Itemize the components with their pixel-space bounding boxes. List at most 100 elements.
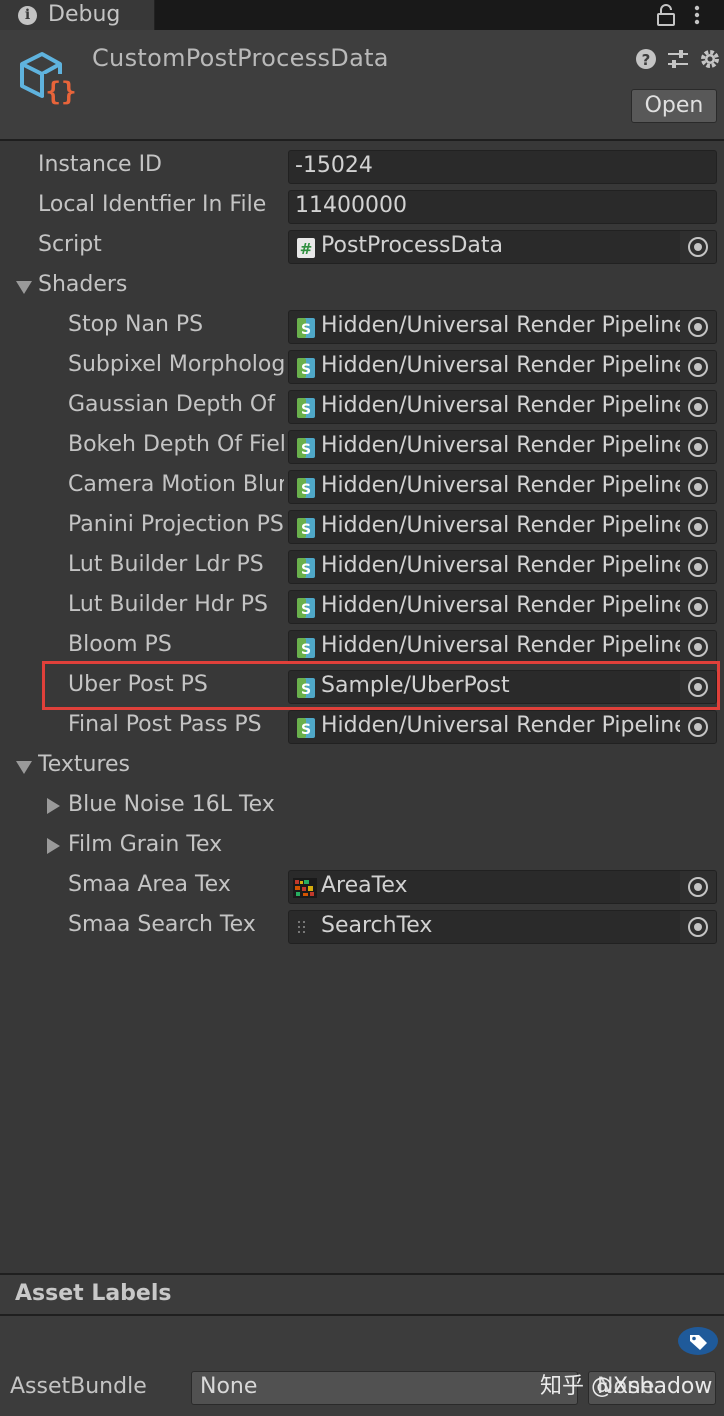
shader-row: Subpixel Morphological Antialiasing PS S… [0, 347, 724, 387]
smaa-search-field[interactable]: SearchTex [288, 910, 717, 944]
shader-label: Camera Motion Blur PS [68, 472, 284, 497]
script-field[interactable]: # PostProcessData [288, 230, 717, 264]
kebab-menu-icon[interactable] [690, 3, 704, 27]
shader-label: Lut Builder Hdr PS [68, 592, 269, 617]
shader-field[interactable]: S Hidden/Universal Render Pipeline/LutBu… [288, 550, 717, 584]
shader-field[interactable]: S Hidden/Universal Render Pipeline/LutBu… [288, 590, 717, 624]
film-grain-foldout[interactable]: Film Grain Tex [0, 827, 724, 867]
shader-value: Hidden/Universal Render Pipeline/Bloom [321, 633, 681, 658]
script-value: PostProcessData [321, 233, 504, 258]
shader-icon: S [297, 638, 315, 658]
shader-icon: S [297, 318, 315, 338]
foldout-expanded-icon[interactable] [16, 761, 32, 774]
gear-icon[interactable] [698, 47, 722, 71]
svg-text:S: S [301, 362, 311, 378]
assetbundle-dropdown[interactable]: None [191, 1371, 578, 1405]
shader-row: Lut Builder Ldr PS S Hidden/Universal Re… [0, 547, 724, 587]
object-picker-button[interactable] [680, 431, 716, 463]
smaa-area-row: Smaa Area Tex AreaTex [0, 867, 724, 907]
info-icon: i [18, 6, 37, 25]
object-picker-icon [688, 437, 708, 457]
object-picker-button[interactable] [680, 351, 716, 383]
foldout-collapsed-icon[interactable] [47, 798, 60, 814]
shader-icon: S [297, 518, 315, 538]
shader-field[interactable]: S Hidden/Universal Render Pipeline/Panin… [288, 510, 717, 544]
inspector-header: {} CustomPostProcessData ? Open [0, 30, 724, 141]
asset-labels-header[interactable]: Asset Labels [0, 1273, 724, 1316]
shader-field[interactable]: S Hidden/Universal Render Pipeline/Subpi… [288, 350, 717, 384]
shader-field[interactable]: S Hidden/Universal Render Pipeline/Final… [288, 710, 717, 744]
open-button[interactable]: Open [631, 89, 717, 123]
shader-value: Hidden/Universal Render Pipeline/LutBuil… [321, 593, 681, 618]
shader-field[interactable]: S Hidden/Universal Render Pipeline/Bloom [288, 630, 717, 664]
shader-icon: S [297, 598, 315, 618]
tab-label: Debug [48, 2, 121, 27]
object-picker-button[interactable] [680, 511, 716, 543]
instance-id-row: Instance ID -15024 [0, 147, 724, 187]
instance-id-value: -15024 [295, 153, 373, 178]
shader-row: Camera Motion Blur PS S Hidden/Universal… [0, 467, 724, 507]
shader-icon: S [297, 438, 315, 458]
help-icon[interactable]: ? [635, 48, 657, 70]
foldout-expanded-icon[interactable] [16, 281, 32, 294]
svg-text:#: # [300, 240, 313, 258]
smaa-area-label: Smaa Area Tex [68, 872, 231, 897]
object-picker-button[interactable] [680, 911, 716, 943]
script-row: Script # PostProcessData [0, 227, 724, 267]
shader-icon: S [297, 358, 315, 378]
script-asset-icon: {} [20, 52, 78, 107]
watermark: 知乎 @Xshadow [540, 1374, 713, 1399]
shader-row: Stop Nan PS S Hidden/Universal Render Pi… [0, 307, 724, 347]
asset-labels-panel: AssetBundle None None [0, 1316, 724, 1416]
object-picker-icon [688, 517, 708, 537]
shader-field[interactable]: S Hidden/Universal Render Pipeline/Camer… [288, 470, 717, 504]
shader-field[interactable]: S Hidden/Universal Render Pipeline/Stop … [288, 310, 717, 344]
object-picker-icon [688, 557, 708, 577]
object-picker-button[interactable] [680, 311, 716, 343]
object-picker-button[interactable] [680, 591, 716, 623]
texture-icon [293, 878, 317, 898]
object-picker-button[interactable] [680, 631, 716, 663]
smaa-search-label: Smaa Search Tex [68, 912, 256, 937]
object-picker-button[interactable] [680, 391, 716, 423]
tag-icon[interactable] [677, 1326, 719, 1356]
shader-field[interactable]: S Sample/UberPost [288, 670, 717, 704]
shader-row: Lut Builder Hdr PS S Hidden/Universal Re… [0, 587, 724, 627]
shader-label: Stop Nan PS [68, 312, 204, 337]
object-picker-icon [688, 597, 708, 617]
object-picker-button[interactable] [680, 671, 716, 703]
smaa-area-value: AreaTex [321, 873, 408, 898]
shader-value: Hidden/Universal Render Pipeline/Gaussia… [321, 393, 681, 418]
svg-text:{}: {} [45, 77, 76, 107]
assetbundle-value: None [200, 1374, 258, 1399]
csharp-script-icon: # [297, 238, 315, 258]
textures-label: Textures [38, 752, 130, 777]
lock-icon[interactable] [655, 3, 677, 27]
shader-icon: S [297, 478, 315, 498]
svg-text:S: S [301, 442, 311, 458]
assetbundle-label: AssetBundle [10, 1374, 147, 1399]
film-grain-label: Film Grain Tex [68, 832, 223, 857]
object-picker-button[interactable] [680, 871, 716, 903]
object-picker-icon [688, 477, 708, 497]
svg-text:S: S [301, 682, 311, 698]
object-picker-button[interactable] [680, 711, 716, 743]
preset-icon[interactable] [666, 48, 690, 70]
instance-id-field[interactable]: -15024 [288, 150, 717, 184]
shader-field[interactable]: S Hidden/Universal Render Pipeline/Gauss… [288, 390, 717, 424]
shader-value: Hidden/Universal Render Pipeline/Subpixe… [321, 353, 681, 378]
local-identifier-field[interactable]: 11400000 [288, 190, 717, 224]
texture-icon [293, 918, 317, 938]
object-picker-button[interactable] [680, 551, 716, 583]
tab-debug[interactable]: i Debug [0, 0, 155, 31]
smaa-area-field[interactable]: AreaTex [288, 870, 717, 904]
blue-noise-foldout[interactable]: Blue Noise 16L Tex [0, 787, 724, 827]
instance-id-label: Instance ID [38, 152, 162, 177]
shader-field[interactable]: S Hidden/Universal Render Pipeline/Bokeh… [288, 430, 717, 464]
object-picker-button[interactable] [680, 471, 716, 503]
foldout-collapsed-icon[interactable] [47, 838, 60, 854]
textures-foldout[interactable]: Textures [0, 747, 724, 787]
shader-value: Hidden/Universal Render Pipeline/Bokeh D… [321, 433, 681, 458]
object-picker-button[interactable] [680, 231, 716, 263]
shaders-foldout[interactable]: Shaders [0, 267, 724, 307]
